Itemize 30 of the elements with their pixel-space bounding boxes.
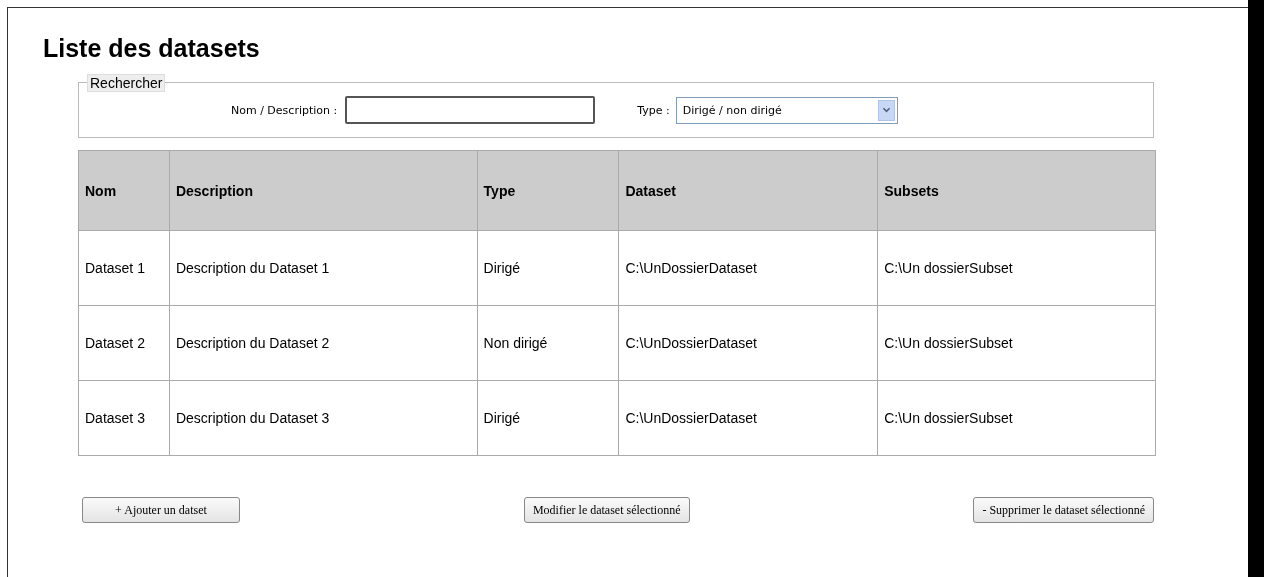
field-label: Type : bbox=[637, 103, 670, 117]
caret-icon bbox=[877, 99, 895, 121]
table-cell: Description du Dataset 1 bbox=[169, 230, 478, 306]
table-cell: C:\Un dossierSubset bbox=[877, 380, 1156, 456]
table-cell: Dataset 1 bbox=[78, 230, 170, 306]
table-cell: C:\UnDossierDataset bbox=[618, 380, 878, 456]
table-cell: C:\Un dossierSubset bbox=[877, 305, 1156, 381]
table-cell: Dataset 2 bbox=[78, 305, 170, 381]
column-header: Dataset bbox=[618, 150, 878, 231]
table-cell: Non dirigé bbox=[477, 305, 619, 381]
table-cell: C:\UnDossierDataset bbox=[618, 230, 878, 306]
table-cell: C:\UnDossierDataset bbox=[618, 305, 878, 381]
column-header: Nom bbox=[78, 150, 170, 231]
table-cell: Description du Dataset 3 bbox=[169, 380, 478, 456]
table-cell: Dataset 3 bbox=[78, 380, 170, 456]
field-label: Nom / Description : bbox=[231, 103, 338, 117]
table-cell: Description du Dataset 2 bbox=[169, 305, 478, 381]
type-dropdown[interactable]: Dirigé / non dirigé bbox=[675, 96, 898, 124]
table-cell: Dirigé bbox=[477, 230, 619, 306]
action-button[interactable]: Modifier le dataset sélectionné bbox=[523, 497, 690, 523]
table-cell: Dirigé bbox=[477, 380, 619, 456]
page-title: Liste des datasets bbox=[43, 34, 260, 63]
column-header: Subsets bbox=[877, 150, 1156, 231]
column-header: Type bbox=[477, 150, 619, 231]
action-button[interactable]: - Supprimer le dataset sélectionné bbox=[973, 497, 1154, 523]
action-button[interactable]: + Ajouter un datset bbox=[82, 497, 240, 523]
column-header: Description bbox=[169, 150, 478, 231]
panel-legend: Rechercher bbox=[87, 74, 166, 92]
table-cell: C:\Un dossierSubset bbox=[877, 230, 1156, 306]
name-search-field[interactable] bbox=[345, 96, 596, 124]
